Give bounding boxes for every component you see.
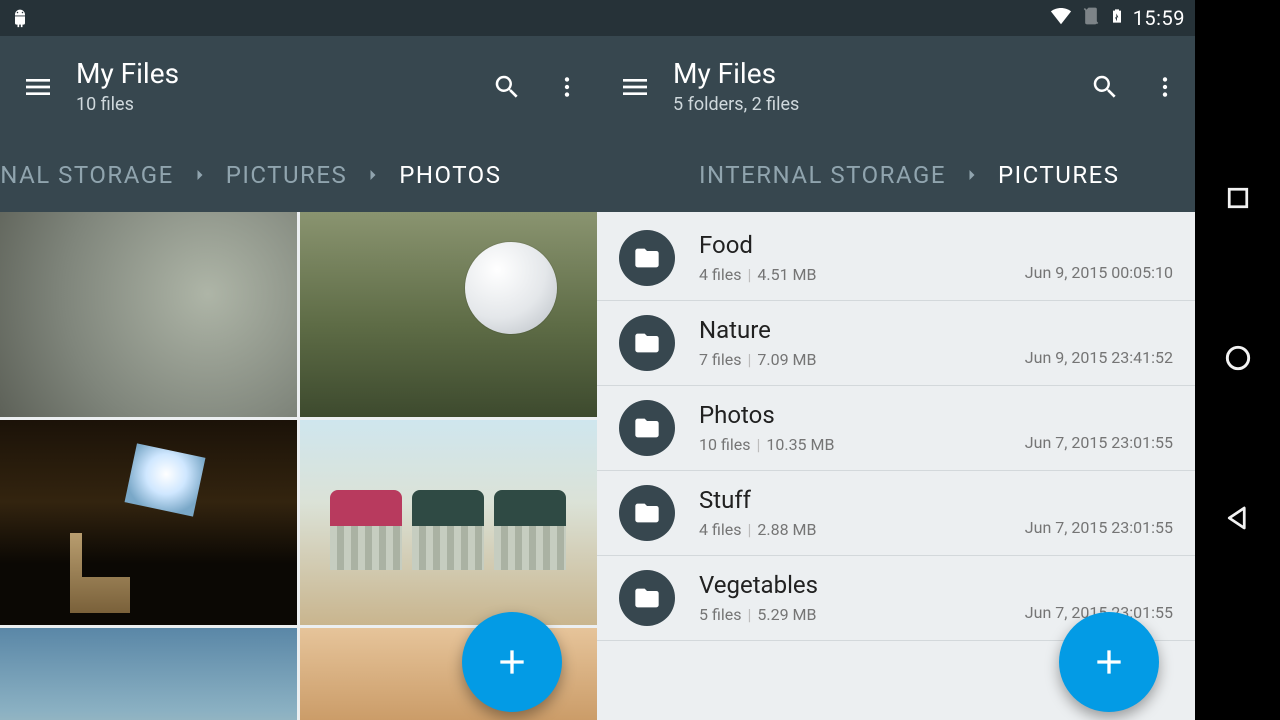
folder-date: Jun 9, 2015 23:41:52 <box>1025 348 1173 371</box>
recents-button[interactable] <box>1223 183 1253 217</box>
breadcrumb-item-active[interactable]: PHOTOS <box>383 161 517 189</box>
folder-icon <box>619 315 675 371</box>
folder-icon <box>619 485 675 541</box>
folder-date: Jun 7, 2015 23:01:55 <box>1025 518 1173 541</box>
folder-name: Nature <box>699 317 816 343</box>
folder-date: Jun 9, 2015 00:05:10 <box>1025 263 1173 286</box>
breadcrumb: INTERNAL STORAGE PICTURES <box>597 138 1195 212</box>
chevron-right-icon <box>363 165 383 185</box>
menu-button[interactable] <box>18 67 58 107</box>
folder-icon <box>619 230 675 286</box>
folder-name: Vegetables <box>699 572 818 598</box>
app-title: My Files <box>76 59 477 90</box>
soccer-ball-icon <box>465 242 557 334</box>
no-sim-icon <box>1081 4 1101 32</box>
menu-button[interactable] <box>615 67 655 107</box>
breadcrumb-item[interactable]: RNAL STORAGE <box>0 161 190 189</box>
app-title: My Files <box>673 59 1075 90</box>
photo-thumbnail[interactable] <box>300 420 597 625</box>
folder-date: Jun 7, 2015 23:01:55 <box>1025 433 1173 456</box>
photo-thumbnail[interactable] <box>0 420 297 625</box>
folder-row[interactable]: Stuff 4 files|2.88 MB Jun 7, 2015 23:01:55 <box>597 471 1195 556</box>
home-button[interactable] <box>1222 342 1254 378</box>
folder-name: Food <box>699 232 816 258</box>
wifi-icon <box>1049 5 1073 31</box>
folder-row[interactable]: Nature 7 files|7.09 MB Jun 9, 2015 23:41:5… <box>597 301 1195 386</box>
chevron-right-icon <box>962 165 982 185</box>
folder-icon <box>619 570 675 626</box>
fab-add[interactable] <box>462 612 562 712</box>
fab-add[interactable] <box>1059 612 1159 712</box>
back-button[interactable] <box>1223 503 1253 537</box>
folder-meta: 5 files|5.29 MB <box>699 605 818 624</box>
photo-thumbnail[interactable] <box>0 212 297 417</box>
breadcrumb-item-active[interactable]: PICTURES <box>982 161 1136 189</box>
folder-name: Stuff <box>699 487 816 513</box>
app-bar: My Files 5 folders, 2 files <box>597 36 1195 138</box>
folder-meta: 10 files|10.35 MB <box>699 435 834 454</box>
photo-thumbnail[interactable] <box>300 212 597 417</box>
folder-name: Photos <box>699 402 834 428</box>
search-button[interactable] <box>477 57 537 117</box>
breadcrumb-item[interactable]: INTERNAL STORAGE <box>683 161 962 189</box>
right-pane: My Files 5 folders, 2 files INTERNAL STO… <box>597 36 1195 720</box>
breadcrumb: RNAL STORAGE PICTURES PHOTOS <box>0 138 597 212</box>
folder-meta: 4 files|2.88 MB <box>699 520 816 539</box>
status-bar: 15:59 <box>0 0 1195 36</box>
app-subtitle: 5 folders, 2 files <box>673 94 1075 115</box>
overflow-button[interactable] <box>537 57 597 117</box>
folder-row[interactable]: Photos 10 files|10.35 MB Jun 7, 2015 23:01… <box>597 386 1195 471</box>
folder-meta: 4 files|4.51 MB <box>699 265 816 284</box>
left-pane: My Files 10 files RNAL STORAGE PICTURES … <box>0 36 597 720</box>
app-bar: My Files 10 files <box>0 36 597 138</box>
android-icon <box>10 6 30 30</box>
chevron-right-icon <box>190 165 210 185</box>
battery-charging-icon <box>1109 4 1125 32</box>
search-button[interactable] <box>1075 57 1135 117</box>
folder-icon <box>619 400 675 456</box>
system-nav-bar <box>1195 0 1280 720</box>
status-clock: 15:59 <box>1133 6 1185 30</box>
app-subtitle: 10 files <box>76 94 477 115</box>
photo-thumbnail[interactable] <box>0 628 297 720</box>
overflow-button[interactable] <box>1135 57 1195 117</box>
folder-meta: 7 files|7.09 MB <box>699 350 816 369</box>
breadcrumb-item[interactable]: PICTURES <box>210 161 364 189</box>
folder-row[interactable]: Food 4 files|4.51 MB Jun 9, 2015 00:05:10 <box>597 216 1195 301</box>
